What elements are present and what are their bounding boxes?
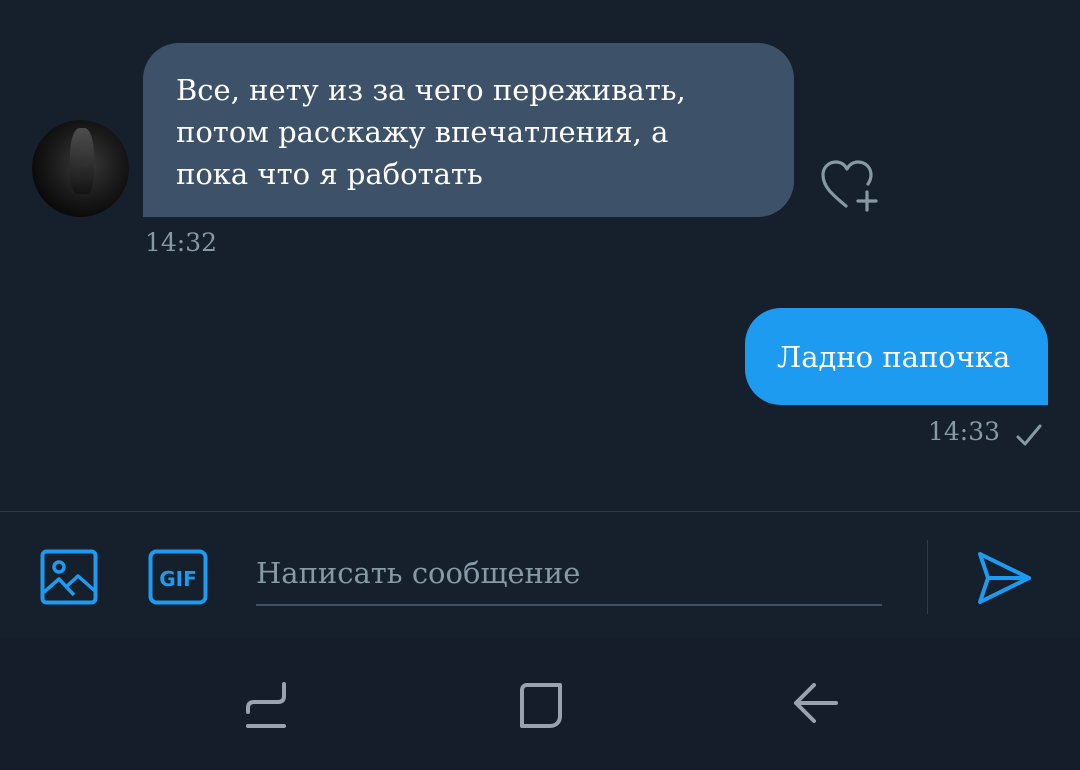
message-composer: GIF xyxy=(0,511,1080,639)
outgoing-message-bubble[interactable]: Ладно папочка xyxy=(745,308,1048,405)
avatar-photo xyxy=(70,128,94,194)
back-icon[interactable] xyxy=(788,680,842,732)
composer-divider xyxy=(927,540,928,614)
contact-avatar[interactable] xyxy=(32,120,129,217)
gif-label: GIF xyxy=(159,567,197,591)
conversation-area: Все, нету из за чего переживать, потом р… xyxy=(0,0,1080,512)
send-icon[interactable] xyxy=(976,549,1034,607)
message-input[interactable] xyxy=(256,542,882,606)
incoming-message-bubble[interactable]: Все, нету из за чего переживать, потом р… xyxy=(143,43,794,217)
recent-apps-icon[interactable] xyxy=(240,680,292,732)
outgoing-message-time: 14:33 xyxy=(928,417,1001,446)
home-icon[interactable] xyxy=(514,680,568,732)
system-navigation-bar xyxy=(0,638,1080,770)
heart-plus-icon[interactable] xyxy=(819,158,881,214)
image-icon[interactable] xyxy=(40,549,98,605)
incoming-message-time: 14:32 xyxy=(145,228,218,257)
gif-button[interactable]: GIF xyxy=(148,549,208,605)
gif-icon: GIF xyxy=(148,549,208,605)
check-icon xyxy=(1016,424,1042,446)
